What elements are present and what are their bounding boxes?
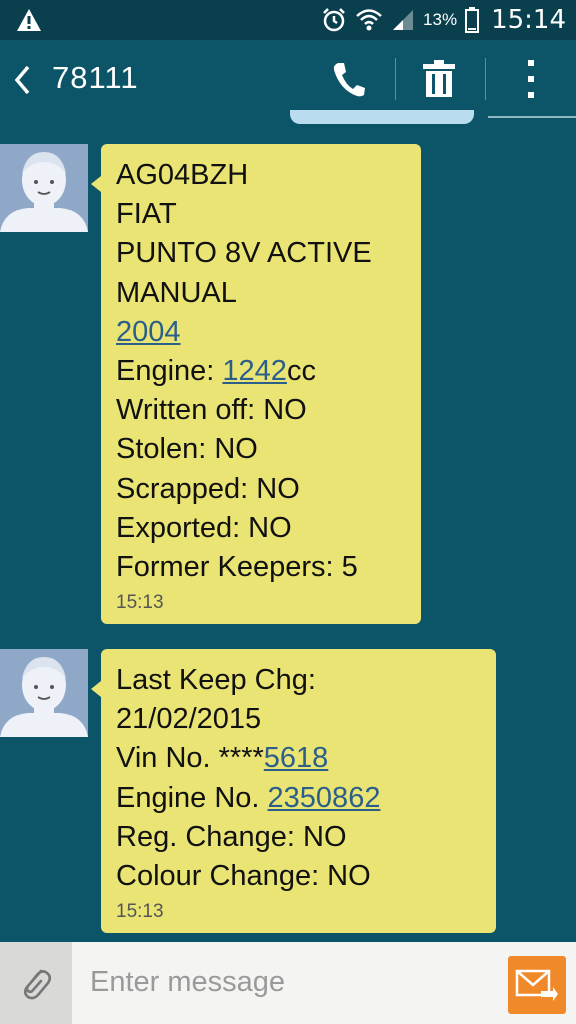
message-input[interactable] [80,956,490,1008]
conversation-header: 78111 [0,40,576,118]
status-bar: 13% 15:14 [0,0,576,40]
message-line: PUNTO 8V ACTIVE [116,237,372,270]
warning-icon [17,9,41,31]
message-timestamp: 15:13 [116,592,164,614]
paperclip-icon [23,969,52,1000]
message-bubble[interactable]: AG04BZH FIAT PUNTO 8V ACTIVE MANUAL 2004… [91,144,421,625]
trash-icon[interactable] [421,58,457,98]
wifi-icon [356,9,382,31]
message-line: Scrapped: NO [116,472,300,505]
message-composer [0,942,576,1024]
battery-icon [465,7,480,33]
attach-button[interactable] [0,942,72,1024]
message-line: Former Keepers: 5 [116,551,358,584]
engine-size-link[interactable]: 1242 [222,355,287,387]
phone-icon[interactable] [330,60,366,98]
message-line: 2004 [116,313,406,352]
message-line: Engine: 1242cc [116,355,316,388]
message-bubble[interactable]: Last Keep Chg: 21/02/2015 Vin No. ****56… [91,649,496,934]
previous-message-bubble[interactable] [290,110,474,124]
message-line: AG04BZH [116,159,249,191]
send-button[interactable] [508,956,566,1014]
conversation-title: 78111 [52,60,139,95]
person-icon [0,152,88,232]
message-line: Engine No. 2350862 [116,781,381,814]
more-icon[interactable] [522,58,540,100]
message-timestamp: 15:13 [116,901,164,923]
message-line: Stolen: NO [116,433,258,466]
message-line: Written off: NO [116,394,307,427]
message-line: Colour Change: NO [116,860,371,893]
divider [485,58,486,100]
back-icon[interactable] [12,64,34,96]
send-icon [515,969,558,1001]
clock: 15:14 [491,5,566,35]
alarm-icon [323,8,345,32]
avatar[interactable] [0,649,88,737]
message-line: Vin No. ****5618 [116,742,329,775]
vin-link[interactable]: 5618 [264,742,329,774]
previous-message-divider [488,116,576,118]
avatar[interactable] [0,144,88,232]
message-line: Last Keep Chg: [116,664,316,696]
battery-percent: 13% [423,10,458,29]
message-line: 21/02/2015 [116,703,262,736]
message-line: FIAT [116,198,177,231]
message-line: Reg. Change: NO [116,820,347,853]
engine-number-link[interactable]: 2350862 [268,782,381,814]
signal-icon [393,10,414,30]
divider [395,58,396,100]
person-icon [0,657,88,737]
year-link[interactable]: 2004 [116,316,181,348]
message-line: Exported: NO [116,511,292,544]
message-line: MANUAL [116,276,237,309]
